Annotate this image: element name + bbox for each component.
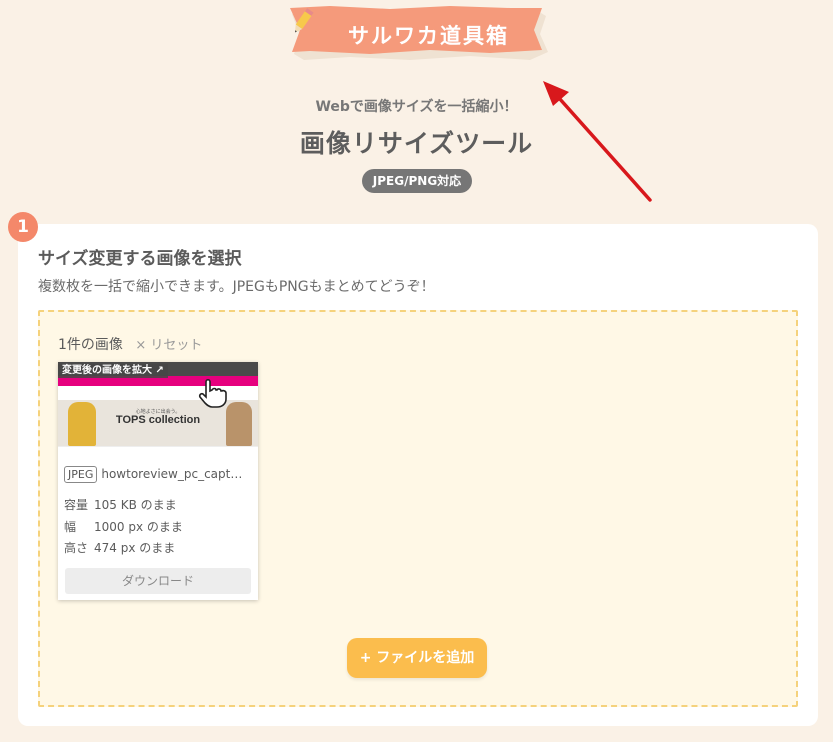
width-label: 幅: [64, 520, 77, 534]
file-size-value: 105 KB のまま: [94, 498, 177, 512]
image-thumbnail[interactable]: 心地よさに出会う。 TOPS collection 変更後の画像を拡大 ↗: [58, 362, 258, 458]
file-row: JPEG howtoreview_pc_captur...: [64, 466, 254, 483]
step-title: サイズ変更する画像を選択: [38, 249, 242, 269]
file-size-label: 容量: [64, 498, 89, 512]
tagline: Webで画像サイズを一括縮小！: [315, 99, 518, 115]
format-badge: JPEG/PNG対応: [362, 169, 472, 193]
file-name: howtoreview_pc_captur...: [101, 467, 250, 481]
logo-text: サルワカ道具箱: [348, 24, 509, 48]
thumb-banner-text: TOPS collection: [115, 414, 201, 426]
height-label: 高さ: [64, 541, 89, 555]
hand-pointer-icon: [198, 378, 227, 408]
thumb-nav: [58, 386, 258, 401]
image-count-label: 1件の画像: [58, 337, 123, 353]
file-type-badge: JPEG: [64, 466, 98, 483]
image-result-card: 心地よさに出会う。 TOPS collection 変更後の画像を拡大 ↗ JP…: [58, 362, 258, 600]
file-size-row: 容量 105 KB のまま: [64, 496, 177, 513]
image-count-row: 1件の画像 × リセット: [58, 334, 202, 354]
thumb-icon-row: [58, 446, 258, 458]
step-description: 複数枚を一括で縮小できます。JPEGもPNGもまとめてどうぞ！: [38, 279, 435, 295]
add-file-button[interactable]: + ファイルを追加: [347, 638, 487, 678]
height-row: 高さ 474 px のまま: [64, 539, 175, 556]
width-row: 幅 1000 px のまま: [64, 518, 183, 535]
logo[interactable]: サルワカ道具箱: [290, 6, 550, 64]
width-value: 1000 px のまま: [94, 520, 183, 534]
enlarge-image-link[interactable]: 変更後の画像を拡大 ↗: [58, 364, 168, 378]
reset-link[interactable]: × リセット: [135, 338, 202, 353]
annotation-arrow-icon: [543, 81, 652, 202]
download-button[interactable]: ダウンロード: [65, 568, 251, 594]
pencil-icon: [294, 8, 314, 33]
height-value: 474 px のまま: [94, 541, 176, 555]
page-title: 画像リサイズツール: [299, 129, 534, 158]
step-number-badge: 1: [8, 212, 38, 242]
